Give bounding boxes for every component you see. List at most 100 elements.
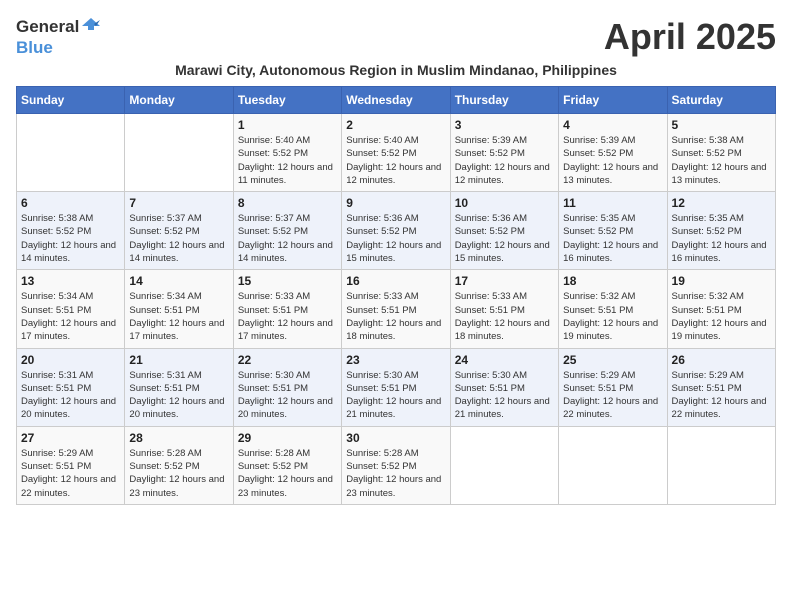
day-number: 18	[563, 274, 662, 288]
calendar-week-row: 27Sunrise: 5:29 AMSunset: 5:51 PMDayligh…	[17, 426, 776, 504]
day-number: 24	[455, 353, 554, 367]
day-info: Sunrise: 5:38 AMSunset: 5:52 PMDaylight:…	[21, 212, 120, 265]
day-number: 22	[238, 353, 337, 367]
table-row	[667, 426, 775, 504]
day-info: Sunrise: 5:37 AMSunset: 5:52 PMDaylight:…	[129, 212, 228, 265]
day-info: Sunrise: 5:35 AMSunset: 5:52 PMDaylight:…	[672, 212, 771, 265]
table-row: 15Sunrise: 5:33 AMSunset: 5:51 PMDayligh…	[233, 270, 341, 348]
table-row: 3 Sunrise: 5:39 AMSunset: 5:52 PMDaylight…	[450, 114, 558, 192]
day-number: 14	[129, 274, 228, 288]
day-info: Sunrise: 5:29 AMSunset: 5:51 PMDaylight:…	[563, 369, 662, 422]
table-row: 7 Sunrise: 5:37 AMSunset: 5:52 PMDaylight…	[125, 192, 233, 270]
table-row: 21 Sunrise: 5:31 AMSunset: 5:51 PMDayligh…	[125, 348, 233, 426]
day-info: Sunrise: 5:33 AMSunset: 5:51 PMDaylight:…	[455, 290, 554, 343]
logo: General Blue	[16, 16, 103, 58]
col-wednesday: Wednesday	[342, 87, 450, 114]
day-number: 6	[21, 196, 120, 210]
day-info: Sunrise: 5:40 AMSunset: 5:52 PMDaylight:…	[238, 134, 337, 187]
table-row: 29 Sunrise: 5:28 AMSunset: 5:52 PMDayligh…	[233, 426, 341, 504]
calendar-week-row: 13 Sunrise: 5:34 AMSunset: 5:51 PMDayligh…	[17, 270, 776, 348]
table-row: 27Sunrise: 5:29 AMSunset: 5:51 PMDayligh…	[17, 426, 125, 504]
table-row: 11 Sunrise: 5:35 AMSunset: 5:52 PMDayligh…	[559, 192, 667, 270]
col-friday: Friday	[559, 87, 667, 114]
day-info: Sunrise: 5:34 AMSunset: 5:51 PMDaylight:…	[21, 290, 120, 343]
day-number: 1	[238, 118, 337, 132]
table-row	[450, 426, 558, 504]
col-saturday: Saturday	[667, 87, 775, 114]
day-info: Sunrise: 5:36 AMSunset: 5:52 PMDaylight:…	[455, 212, 554, 265]
calendar-week-row: 20 Sunrise: 5:31 AMSunset: 5:51 PMDayligh…	[17, 348, 776, 426]
day-info: Sunrise: 5:31 AMSunset: 5:51 PMDaylight:…	[129, 369, 228, 422]
day-info: Sunrise: 5:29 AMSunset: 5:51 PMDaylight:…	[672, 369, 771, 422]
table-row: 13 Sunrise: 5:34 AMSunset: 5:51 PMDayligh…	[17, 270, 125, 348]
day-info: Sunrise: 5:28 AMSunset: 5:52 PMDaylight:…	[346, 447, 445, 500]
table-row	[17, 114, 125, 192]
day-info: Sunrise: 5:32 AMSunset: 5:51 PMDaylight:…	[672, 290, 771, 343]
day-number: 13	[21, 274, 120, 288]
day-number: 27	[21, 431, 120, 445]
day-info: Sunrise: 5:28 AMSunset: 5:52 PMDaylight:…	[238, 447, 337, 500]
day-number: 17	[455, 274, 554, 288]
table-row: 20 Sunrise: 5:31 AMSunset: 5:51 PMDayligh…	[17, 348, 125, 426]
day-number: 25	[563, 353, 662, 367]
header: General Blue April 2025	[16, 16, 776, 58]
table-row: 4Sunrise: 5:39 AMSunset: 5:52 PMDaylight…	[559, 114, 667, 192]
day-number: 9	[346, 196, 445, 210]
day-info: Sunrise: 5:31 AMSunset: 5:51 PMDaylight:…	[21, 369, 120, 422]
day-info: Sunrise: 5:30 AMSunset: 5:51 PMDaylight:…	[346, 369, 445, 422]
day-number: 23	[346, 353, 445, 367]
day-number: 20	[21, 353, 120, 367]
day-number: 28	[129, 431, 228, 445]
day-info: Sunrise: 5:32 AMSunset: 5:51 PMDaylight:…	[563, 290, 662, 343]
table-row: 10 Sunrise: 5:36 AMSunset: 5:52 PMDayligh…	[450, 192, 558, 270]
day-number: 21	[129, 353, 228, 367]
day-number: 11	[563, 196, 662, 210]
table-row: 30 Sunrise: 5:28 AMSunset: 5:52 PMDayligh…	[342, 426, 450, 504]
table-row: 26 Sunrise: 5:29 AMSunset: 5:51 PMDayligh…	[667, 348, 775, 426]
table-row	[559, 426, 667, 504]
day-info: Sunrise: 5:35 AMSunset: 5:52 PMDaylight:…	[563, 212, 662, 265]
table-row: 28Sunrise: 5:28 AMSunset: 5:52 PMDayligh…	[125, 426, 233, 504]
calendar-header-row: Sunday Monday Tuesday Wednesday Thursday…	[17, 87, 776, 114]
col-sunday: Sunday	[17, 87, 125, 114]
table-row: 1 Sunrise: 5:40 AMSunset: 5:52 PMDaylight…	[233, 114, 341, 192]
table-row: 19Sunrise: 5:32 AMSunset: 5:51 PMDayligh…	[667, 270, 775, 348]
col-tuesday: Tuesday	[233, 87, 341, 114]
calendar-subtitle: Marawi City, Autonomous Region in Muslim…	[16, 62, 776, 78]
col-monday: Monday	[125, 87, 233, 114]
day-info: Sunrise: 5:36 AMSunset: 5:52 PMDaylight:…	[346, 212, 445, 265]
day-info: Sunrise: 5:30 AMSunset: 5:51 PMDaylight:…	[455, 369, 554, 422]
day-number: 16	[346, 274, 445, 288]
logo-blue-text: Blue	[16, 38, 53, 57]
day-number: 12	[672, 196, 771, 210]
day-info: Sunrise: 5:39 AMSunset: 5:52 PMDaylight:…	[455, 134, 554, 187]
table-row: 22 Sunrise: 5:30 AMSunset: 5:51 PMDayligh…	[233, 348, 341, 426]
calendar-week-row: 6 Sunrise: 5:38 AMSunset: 5:52 PMDaylight…	[17, 192, 776, 270]
day-info: Sunrise: 5:30 AMSunset: 5:51 PMDaylight:…	[238, 369, 337, 422]
day-number: 29	[238, 431, 337, 445]
table-row	[125, 114, 233, 192]
logo-bird-icon	[80, 16, 102, 38]
day-number: 4	[563, 118, 662, 132]
table-row: 2 Sunrise: 5:40 AMSunset: 5:52 PMDaylight…	[342, 114, 450, 192]
day-number: 2	[346, 118, 445, 132]
table-row: 17 Sunrise: 5:33 AMSunset: 5:51 PMDayligh…	[450, 270, 558, 348]
day-info: Sunrise: 5:40 AMSunset: 5:52 PMDaylight:…	[346, 134, 445, 187]
table-row: 14Sunrise: 5:34 AMSunset: 5:51 PMDayligh…	[125, 270, 233, 348]
table-row: 8Sunrise: 5:37 AMSunset: 5:52 PMDaylight…	[233, 192, 341, 270]
day-number: 10	[455, 196, 554, 210]
calendar-week-row: 1 Sunrise: 5:40 AMSunset: 5:52 PMDaylight…	[17, 114, 776, 192]
col-thursday: Thursday	[450, 87, 558, 114]
table-row: 5 Sunrise: 5:38 AMSunset: 5:52 PMDaylight…	[667, 114, 775, 192]
table-row: 16Sunrise: 5:33 AMSunset: 5:51 PMDayligh…	[342, 270, 450, 348]
day-number: 7	[129, 196, 228, 210]
day-number: 5	[672, 118, 771, 132]
day-number: 30	[346, 431, 445, 445]
day-number: 15	[238, 274, 337, 288]
day-number: 3	[455, 118, 554, 132]
day-number: 26	[672, 353, 771, 367]
table-row: 25 Sunrise: 5:29 AMSunset: 5:51 PMDayligh…	[559, 348, 667, 426]
table-row: 24 Sunrise: 5:30 AMSunset: 5:51 PMDayligh…	[450, 348, 558, 426]
day-info: Sunrise: 5:38 AMSunset: 5:52 PMDaylight:…	[672, 134, 771, 187]
table-row: 12 Sunrise: 5:35 AMSunset: 5:52 PMDayligh…	[667, 192, 775, 270]
